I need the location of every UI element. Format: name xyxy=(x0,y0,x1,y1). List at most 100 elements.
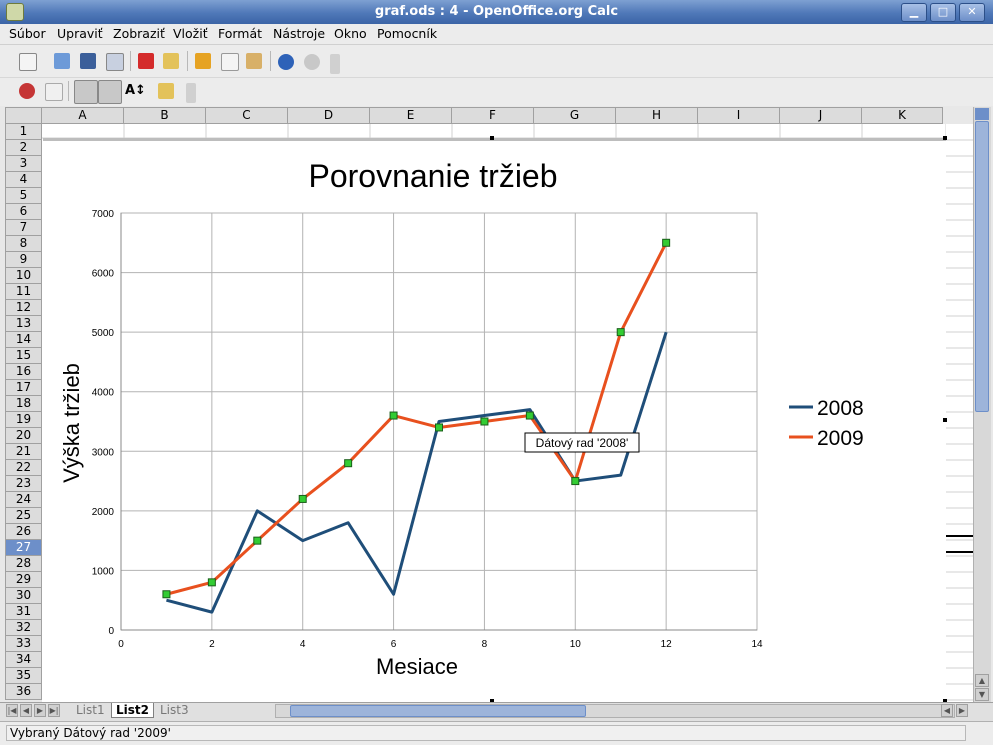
menu-file[interactable]: Súbor xyxy=(9,26,46,41)
row-header[interactable]: 36 xyxy=(5,684,42,700)
minimize-button[interactable]: ▁ xyxy=(901,3,927,22)
selection-marker[interactable] xyxy=(389,411,398,420)
row-header[interactable]: 10 xyxy=(5,268,42,284)
column-header[interactable]: E xyxy=(370,107,452,124)
column-header[interactable]: F xyxy=(452,107,534,124)
row-header[interactable]: 13 xyxy=(5,316,42,332)
toolbar-more-icon[interactable] xyxy=(330,54,340,74)
prev-sheet-button[interactable]: ◀ xyxy=(20,704,32,717)
menu-format[interactable]: Formát xyxy=(218,26,262,41)
scale-text-icon[interactable]: A↕ xyxy=(125,83,146,99)
row-header[interactable]: 19 xyxy=(5,412,42,428)
row-header[interactable]: 32 xyxy=(5,620,42,636)
menu-help[interactable]: Pomocník xyxy=(377,26,437,41)
row-header[interactable]: 22 xyxy=(5,460,42,476)
row-header[interactable]: 15 xyxy=(5,348,42,364)
row-header[interactable]: 11 xyxy=(5,284,42,300)
row-header[interactable]: 17 xyxy=(5,380,42,396)
redo-icon[interactable] xyxy=(304,54,320,70)
selection-marker[interactable] xyxy=(253,536,262,545)
row-header[interactable]: 2 xyxy=(5,140,42,156)
row-header[interactable]: 16 xyxy=(5,364,42,380)
tab-list3[interactable]: List3 xyxy=(156,703,193,717)
close-button[interactable]: ✕ xyxy=(959,3,985,22)
row-header[interactable]: 26 xyxy=(5,524,42,540)
row-header[interactable]: 30 xyxy=(5,588,42,604)
row-header[interactable]: 5 xyxy=(5,188,42,204)
selection-marker[interactable] xyxy=(435,423,443,432)
line-chart[interactable]: Porovnanie tržieb 0 2 4 6 8 10 12 14 0 1000 2000 30… xyxy=(43,141,946,702)
chart-handle-top[interactable] xyxy=(490,136,494,140)
menu-window[interactable]: Okno xyxy=(334,26,367,41)
row-header[interactable]: 1 xyxy=(5,124,42,140)
edit-file-icon[interactable] xyxy=(106,53,124,71)
row-header[interactable]: 28 xyxy=(5,556,42,572)
x-axis-label[interactable]: Mesiace xyxy=(376,654,458,679)
chart-handle-right[interactable] xyxy=(943,418,947,422)
scroll-down-button[interactable]: ▼ xyxy=(975,688,989,701)
menu-edit[interactable]: Upraviť xyxy=(57,26,103,41)
legend-label-2009[interactable]: 2009 xyxy=(817,427,864,450)
row-header[interactable]: 18 xyxy=(5,396,42,412)
chart-element-icon[interactable] xyxy=(19,83,35,99)
new-document-icon[interactable] xyxy=(19,53,37,71)
horizontal-grid-icon[interactable] xyxy=(74,80,98,104)
cut-icon[interactable] xyxy=(195,53,211,69)
chart-title[interactable]: Porovnanie tržieb xyxy=(308,158,557,194)
row-header[interactable]: 33 xyxy=(5,636,42,652)
menu-tools[interactable]: Nástroje xyxy=(273,26,325,41)
row-header[interactable]: 12 xyxy=(5,300,42,316)
last-sheet-button[interactable]: ▶| xyxy=(48,704,60,717)
tab-list2[interactable]: List2 xyxy=(111,703,154,718)
row-header[interactable]: 23 xyxy=(5,476,42,492)
vertical-scroll-thumb[interactable] xyxy=(975,121,989,412)
row-header[interactable]: 20 xyxy=(5,428,42,444)
legend-label-2008[interactable]: 2008 xyxy=(817,397,864,420)
copy-icon[interactable] xyxy=(221,53,239,71)
column-header[interactable]: G xyxy=(534,107,616,124)
row-header[interactable]: 27 xyxy=(5,540,42,556)
chart-handle-top-right[interactable] xyxy=(943,136,947,140)
column-header[interactable]: K xyxy=(862,107,943,124)
scroll-right-button[interactable]: ▶ xyxy=(956,704,968,717)
next-sheet-button[interactable]: ▶ xyxy=(34,704,46,717)
row-header[interactable]: 9 xyxy=(5,252,42,268)
open-folder-icon[interactable] xyxy=(54,53,70,69)
selection-marker[interactable] xyxy=(525,411,534,420)
row-header[interactable]: 21 xyxy=(5,444,42,460)
series-line-2009[interactable] xyxy=(166,242,668,596)
row-header[interactable]: 24 xyxy=(5,492,42,508)
row-header[interactable]: 6 xyxy=(5,204,42,220)
selection-marker[interactable] xyxy=(298,494,307,503)
selection-marker[interactable] xyxy=(662,238,671,247)
row-header[interactable]: 7 xyxy=(5,220,42,236)
selection-marker[interactable] xyxy=(344,459,353,468)
row-header[interactable]: 4 xyxy=(5,172,42,188)
column-header[interactable]: A xyxy=(42,107,124,124)
scroll-left-button[interactable]: ◀ xyxy=(941,704,953,717)
row-header[interactable]: 14 xyxy=(5,332,42,348)
print-icon[interactable] xyxy=(163,53,179,69)
right-cells[interactable] xyxy=(946,124,973,702)
paste-icon[interactable] xyxy=(246,53,262,69)
undo-icon[interactable] xyxy=(278,54,294,70)
selection-marker[interactable] xyxy=(571,477,580,486)
row-header[interactable]: 29 xyxy=(5,572,42,588)
format-selection-icon[interactable] xyxy=(45,83,63,101)
selection-marker[interactable] xyxy=(616,328,625,337)
maximize-button[interactable]: □ xyxy=(930,3,956,22)
select-all-corner[interactable] xyxy=(5,107,42,124)
selection-marker[interactable] xyxy=(207,578,216,587)
legend-toggle-icon[interactable] xyxy=(98,80,122,104)
column-header[interactable]: D xyxy=(288,107,370,124)
selection-marker[interactable] xyxy=(162,590,171,599)
tab-list1[interactable]: List1 xyxy=(72,703,109,717)
column-header[interactable]: C xyxy=(206,107,288,124)
scroll-up-button[interactable]: ▲ xyxy=(975,674,989,687)
toolbar2-more-icon[interactable] xyxy=(186,83,196,103)
row-header[interactable]: 8 xyxy=(5,236,42,252)
selection-marker[interactable] xyxy=(480,417,489,426)
column-header[interactable]: J xyxy=(780,107,862,124)
menu-view[interactable]: Zobraziť xyxy=(113,26,165,41)
export-pdf-icon[interactable] xyxy=(138,53,154,69)
